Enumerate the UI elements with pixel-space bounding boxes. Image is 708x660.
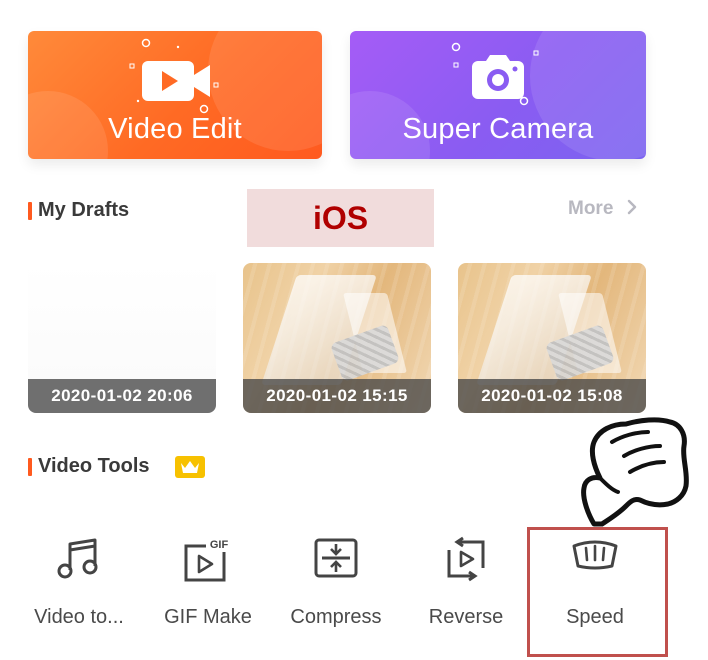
my-drafts-title: My Drafts	[38, 199, 130, 221]
draft-timestamp: 2020-01-02 15:15	[243, 379, 431, 413]
super-camera-title: Super Camera	[402, 113, 594, 145]
speedometer-icon	[572, 540, 618, 570]
tool-label: Speed	[566, 606, 624, 628]
super-camera-card[interactable]: Super Camera	[350, 31, 646, 159]
crown-icon	[181, 461, 199, 473]
section-accent-bar	[28, 458, 32, 476]
more-link[interactable]: More	[568, 198, 639, 220]
video-edit-title: Video Edit	[108, 113, 242, 145]
video-tools-title: Video Tools	[38, 455, 150, 477]
crown-badge	[175, 456, 205, 478]
more-label: More	[568, 198, 614, 219]
ios-label: iOS	[247, 189, 434, 247]
music-note-icon	[57, 538, 98, 579]
tool-label: Compress	[290, 606, 382, 628]
tool-label: Reverse	[428, 606, 504, 628]
draft-item[interactable]: 2020-01-02 20:06	[28, 263, 216, 413]
compress-icon	[314, 538, 358, 578]
draft-item[interactable]: 2020-01-02 15:08	[458, 263, 646, 413]
pointing-hand-icon	[581, 417, 689, 527]
section-accent-bar	[28, 202, 32, 220]
draft-item[interactable]: 2020-01-02 15:15	[243, 263, 431, 413]
tool-reverse[interactable]: Reverse	[410, 530, 522, 640]
video-camera-icon	[142, 61, 210, 101]
gif-icon-text: GIF	[210, 539, 229, 551]
tool-video-to-audio[interactable]: Video to...	[20, 530, 138, 640]
tool-compress[interactable]: Compress	[280, 530, 392, 640]
draft-thumbnail	[28, 263, 216, 379]
draft-timestamp: 2020-01-02 20:06	[28, 379, 216, 413]
video-edit-card[interactable]: Video Edit	[28, 31, 322, 159]
tool-speed[interactable]: Speed	[540, 530, 650, 640]
reverse-icon	[447, 536, 485, 582]
tool-label: GIF Make	[164, 606, 252, 628]
camera-icon	[472, 55, 524, 99]
tool-gif-make[interactable]: GIF GIF Make	[152, 530, 264, 640]
chevron-right-icon	[627, 199, 636, 215]
tool-label: Video to...	[34, 606, 124, 628]
gif-icon: GIF	[184, 536, 232, 582]
